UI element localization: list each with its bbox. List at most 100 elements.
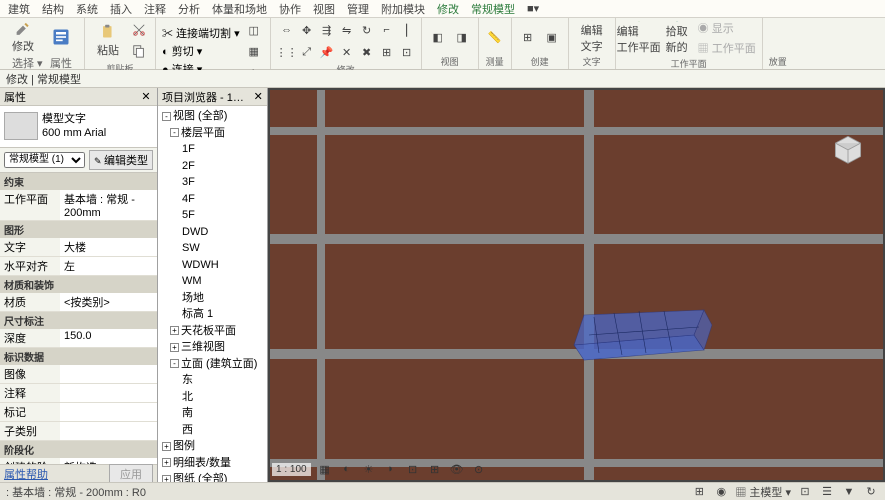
tree-item[interactable]: 3F bbox=[160, 174, 265, 191]
tool-icon[interactable]: ⊡ bbox=[397, 42, 417, 62]
offset-icon[interactable]: ⇶ bbox=[317, 20, 337, 40]
scale-icon[interactable]: ⤢ bbox=[297, 42, 317, 62]
menu-item[interactable]: 协作 bbox=[279, 1, 301, 17]
tree-item[interactable]: 4F bbox=[160, 191, 265, 208]
align-icon[interactable]: ⇔ bbox=[277, 20, 297, 40]
tree-toggle-icon[interactable]: + bbox=[162, 458, 171, 467]
tree-item[interactable]: 场地 bbox=[160, 290, 265, 307]
prop-section-header[interactable]: 图形 bbox=[0, 221, 157, 238]
tree-item[interactable]: WM bbox=[160, 273, 265, 290]
view-icon[interactable]: ◨ bbox=[452, 27, 472, 47]
tree-item[interactable]: DWD bbox=[160, 224, 265, 241]
crop-icon[interactable]: ⊡ bbox=[405, 461, 421, 477]
status-icon[interactable]: ☰ bbox=[819, 484, 835, 500]
edit-type-button[interactable]: ✎ 编辑类型 bbox=[89, 150, 153, 170]
rotate-icon[interactable]: ↻ bbox=[357, 20, 377, 40]
mirror-icon[interactable]: ⇋ bbox=[337, 20, 357, 40]
status-icon[interactable]: ⊡ bbox=[797, 484, 813, 500]
menu-extra[interactable]: ■▾ bbox=[527, 2, 539, 15]
tree-item[interactable]: +图例 bbox=[160, 438, 265, 455]
tree-item[interactable]: -视图 (全部) bbox=[160, 108, 265, 125]
reveal-icon[interactable]: ⊙ bbox=[471, 461, 487, 477]
crop-region-icon[interactable]: ⊞ bbox=[427, 461, 443, 477]
edit-text-button[interactable]: A 编辑 文字 bbox=[575, 20, 609, 54]
cut-icon[interactable] bbox=[129, 20, 149, 40]
menu-item[interactable]: 视图 bbox=[313, 1, 335, 17]
view-cube[interactable] bbox=[827, 128, 869, 170]
tree-item[interactable]: 北 bbox=[160, 389, 265, 406]
prop-section-header[interactable]: 标识数据 bbox=[0, 348, 157, 365]
menu-item[interactable]: 注释 bbox=[144, 1, 166, 17]
viewport-3d[interactable]: 1 : 100 ▦ ◐ ☀ ◗ ⊡ ⊞ 👁 ⊙ bbox=[268, 88, 885, 482]
move-icon[interactable]: ✥ bbox=[297, 20, 317, 40]
filter-icon[interactable]: ▼ bbox=[841, 484, 857, 500]
pick-new-button[interactable]: 拾取 新的 bbox=[660, 21, 694, 55]
tree-item[interactable]: SW bbox=[160, 240, 265, 257]
modify-button[interactable]: 修改 bbox=[6, 20, 40, 54]
menu-item[interactable]: 系统 bbox=[76, 1, 98, 17]
props-help-link[interactable]: 属性帮助 bbox=[4, 466, 48, 482]
tree-item[interactable]: +天花板平面 bbox=[160, 323, 265, 340]
prop-value[interactable] bbox=[60, 422, 157, 440]
geo-icon[interactable]: ▦ bbox=[244, 41, 264, 61]
tree-toggle-icon[interactable]: + bbox=[162, 475, 171, 482]
tree-item[interactable]: -楼层平面 bbox=[160, 125, 265, 142]
menu-item[interactable]: 管理 bbox=[347, 1, 369, 17]
visual-style-icon[interactable]: ◐ bbox=[339, 461, 355, 477]
tree-item[interactable]: 标高 1 bbox=[160, 306, 265, 323]
prop-value[interactable] bbox=[60, 403, 157, 421]
tree-toggle-icon[interactable]: + bbox=[170, 343, 179, 352]
tree-item[interactable]: +明细表/数量 bbox=[160, 455, 265, 472]
menu-item-active[interactable]: 修改 bbox=[437, 1, 459, 17]
tree-toggle-icon[interactable]: - bbox=[162, 112, 171, 121]
tree-toggle-icon[interactable]: + bbox=[170, 326, 179, 335]
prop-section-header[interactable]: 材质和装饰 bbox=[0, 276, 157, 293]
geo-icon[interactable]: ◫ bbox=[244, 20, 264, 40]
properties-button[interactable] bbox=[44, 20, 78, 54]
tree-toggle-icon[interactable]: + bbox=[162, 442, 171, 451]
model-combo[interactable]: ▦ 主模型 ▾ bbox=[735, 484, 791, 500]
pin-icon[interactable]: 📌 bbox=[317, 42, 337, 62]
close-icon[interactable]: ✕ bbox=[139, 90, 153, 104]
status-icon[interactable]: ↻ bbox=[863, 484, 879, 500]
measure-icon[interactable]: 📏 bbox=[485, 27, 505, 47]
tree-item[interactable]: +图纸 (全部) bbox=[160, 471, 265, 482]
paste-button[interactable]: 粘贴 bbox=[91, 24, 125, 58]
menu-item[interactable]: 建筑 bbox=[8, 1, 30, 17]
prop-value[interactable]: 150.0 bbox=[60, 329, 157, 347]
menu-item[interactable]: 结构 bbox=[42, 1, 64, 17]
status-icon[interactable]: ⊞ bbox=[691, 484, 707, 500]
view-icon[interactable]: ◧ bbox=[428, 27, 448, 47]
create-icon[interactable]: ▣ bbox=[542, 27, 562, 47]
prop-value[interactable]: <按类别> bbox=[60, 293, 157, 311]
tree-item[interactable]: -立面 (建筑立面) bbox=[160, 356, 265, 373]
prop-value[interactable]: 左 bbox=[60, 257, 157, 275]
tree-item[interactable]: 东 bbox=[160, 372, 265, 389]
type-select[interactable]: 常规模型 (1) bbox=[4, 152, 85, 168]
tree-item[interactable]: 1F bbox=[160, 141, 265, 158]
detail-level-icon[interactable]: ▦ bbox=[317, 461, 333, 477]
tree-item[interactable]: +三维视图 bbox=[160, 339, 265, 356]
close-icon[interactable]: ✕ bbox=[253, 90, 263, 104]
prop-value[interactable]: 大楼 bbox=[60, 238, 157, 256]
tool-icon[interactable]: ⊞ bbox=[377, 42, 397, 62]
edit-workplane-button[interactable]: 编辑 工作平面 bbox=[622, 21, 656, 55]
cut-geo[interactable]: ◐ 剪切 ▾ bbox=[162, 43, 240, 59]
menu-item-context[interactable]: 常规模型 bbox=[471, 1, 515, 17]
tree-item[interactable]: 南 bbox=[160, 405, 265, 422]
status-icon[interactable]: ◉ bbox=[713, 484, 729, 500]
prop-section-header[interactable]: 尺寸标注 bbox=[0, 312, 157, 329]
create-icon[interactable]: ⊞ bbox=[518, 27, 538, 47]
selected-model-text[interactable] bbox=[564, 305, 714, 375]
prop-value[interactable]: 基本墙 : 常规 - 200mm bbox=[60, 190, 157, 220]
tree-item[interactable]: 2F bbox=[160, 158, 265, 175]
prop-value[interactable] bbox=[60, 384, 157, 402]
tree-item[interactable]: WDWH bbox=[160, 257, 265, 274]
shadow-icon[interactable]: ◗ bbox=[383, 461, 399, 477]
array-icon[interactable]: ⋮⋮ bbox=[277, 42, 297, 62]
tree-item[interactable]: 西 bbox=[160, 422, 265, 439]
tree-item[interactable]: 5F bbox=[160, 207, 265, 224]
hide-icon[interactable]: 👁 bbox=[449, 461, 465, 477]
tree-toggle-icon[interactable]: - bbox=[170, 359, 179, 368]
apply-button[interactable]: 应用 bbox=[109, 464, 153, 483]
